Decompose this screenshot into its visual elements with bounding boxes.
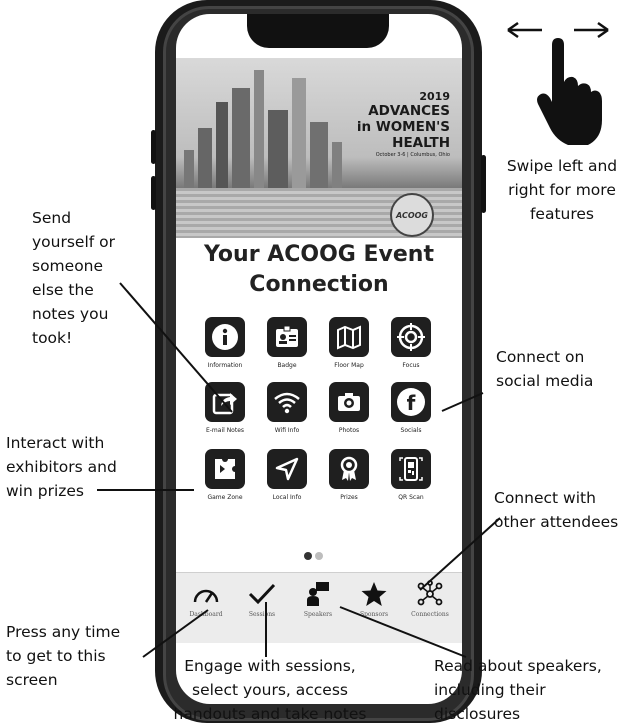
callout-speakers: Read about speakers, including their dis… xyxy=(434,654,602,726)
callout-line: Connect with xyxy=(494,489,596,507)
callout-send-notes: Send yourself or someone else the notes … xyxy=(32,206,115,350)
callout-line: select yours, access xyxy=(192,681,348,699)
callout-line: including their xyxy=(434,681,546,699)
callout-line: took! xyxy=(32,329,73,347)
callout-line: disclosures xyxy=(434,705,521,723)
callout-dashboard: Press any time to get to this screen xyxy=(6,620,120,692)
callout-attendees: Connect with other attendees xyxy=(494,486,618,534)
callout-line: exhibitors and xyxy=(6,458,117,476)
callout-line: Read about speakers, xyxy=(434,657,602,675)
callout-line: else the xyxy=(32,281,94,299)
callout-line: Press any time xyxy=(6,623,121,641)
callout-line: other attendees xyxy=(494,513,619,531)
callout-line: Connect on xyxy=(496,348,585,366)
leader-line-speakers xyxy=(339,606,467,658)
callout-exhibitors: Interact with exhibitors and win prizes xyxy=(6,431,117,503)
callout-line: social media xyxy=(496,372,594,390)
swipe-hand-icon xyxy=(537,38,602,145)
callout-line: win prizes xyxy=(6,482,84,500)
callout-line: handouts and take notes xyxy=(173,705,367,723)
callout-line: Interact with xyxy=(6,434,105,452)
callout-line: right for more xyxy=(508,181,616,199)
callout-line: Engage with sessions, xyxy=(184,657,356,675)
callout-line: notes you xyxy=(32,305,109,323)
leader-line-social xyxy=(441,392,484,412)
callout-swipe: Swipe left and right for more features xyxy=(500,154,624,226)
callout-line: Send xyxy=(32,209,72,227)
leader-line-attendees xyxy=(419,517,501,591)
leader-line-dashboard xyxy=(142,609,209,658)
callout-line: features xyxy=(529,205,595,223)
callout-sessions: Engage with sessions, select yours, acce… xyxy=(160,654,380,726)
leader-line-send-notes xyxy=(119,282,233,413)
callout-social: Connect on social media xyxy=(496,345,593,393)
callout-line: someone xyxy=(32,257,104,275)
callout-line: Swipe left and xyxy=(506,157,618,175)
callout-line: screen xyxy=(6,671,58,689)
callout-line: to get to this xyxy=(6,647,106,665)
swipe-arrows-icon xyxy=(507,21,609,39)
callout-line: yourself or xyxy=(32,233,116,251)
